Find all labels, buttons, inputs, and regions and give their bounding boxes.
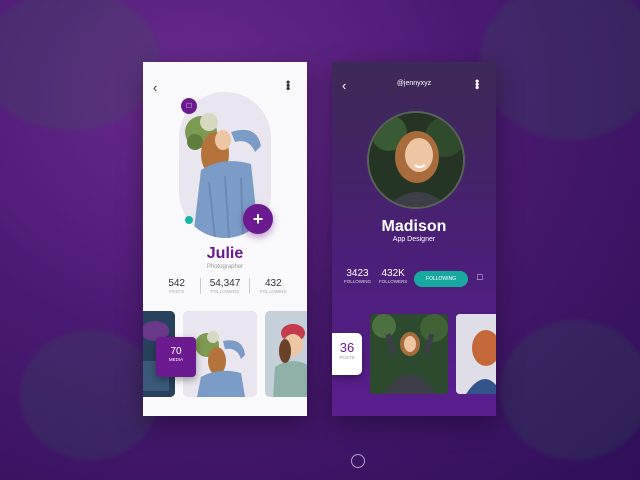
stat-following: 432 FOLLOWING [248, 278, 297, 294]
more-vertical-icon[interactable]: ••• [281, 80, 295, 90]
profile-stats: 542 POSTS 54,347 FOLLOWERS 432 FOLLOWING [153, 278, 297, 294]
stat-label: FOLLOWING [259, 289, 287, 294]
stat-posts: 542 POSTS [153, 278, 200, 294]
post-thumbnail[interactable] [456, 314, 496, 394]
stat-value: 432 [264, 278, 282, 289]
media-gallery: 70 MEDIA [143, 311, 307, 397]
background-foliage [500, 320, 640, 460]
media-label: MEDIA [168, 357, 184, 362]
profile-name: Julie [206, 245, 244, 262]
more-vertical-icon[interactable]: ••• [470, 79, 484, 89]
avatar [367, 111, 465, 209]
background-foliage [20, 330, 160, 460]
media-count: 70 [170, 346, 182, 357]
stat-value: 3423 [346, 268, 369, 279]
stat-following: 3423 FOLLOWING [344, 268, 371, 284]
stat-value: 432K [381, 268, 405, 279]
profile-screen-dark: ‹ @jennyxyz ••• Madison App Designer 342… [332, 62, 496, 416]
background-foliage [0, 0, 160, 130]
stat-value: 54,347 [209, 278, 241, 289]
stat-label: FOLLOWERS [210, 289, 240, 294]
online-status-dot [185, 216, 193, 224]
media-count-badge[interactable]: 70 MEDIA [156, 337, 196, 377]
chat-icon[interactable]: □ [477, 272, 482, 282]
following-button[interactable]: FOLLOWING [414, 271, 468, 287]
background-foliage [480, 0, 640, 140]
profile-role: Photographer [206, 264, 244, 270]
add-button[interactable]: + [243, 204, 273, 234]
chat-icon[interactable]: □ [181, 98, 197, 114]
profile-role: App Designer [392, 236, 436, 243]
profile-name: Madison [381, 218, 447, 235]
stat-followers: 432K FOLLOWERS [379, 268, 407, 284]
stat-value: 542 [168, 278, 185, 289]
stat-followers: 54,347 FOLLOWERS [200, 278, 248, 294]
posts-count-badge[interactable]: 36 POSTS [332, 333, 362, 375]
stat-label: FOLLOWING [344, 279, 372, 284]
posts-gallery: 36 POSTS [332, 314, 496, 394]
stat-label: POSTS [169, 289, 185, 294]
logo-icon [351, 454, 365, 468]
post-thumbnail[interactable] [370, 314, 448, 394]
stat-label: FOLLOWERS [379, 279, 408, 284]
media-thumbnail[interactable] [265, 311, 307, 397]
posts-label: POSTS [339, 355, 355, 360]
posts-count: 36 [339, 340, 355, 355]
profile-screen-light: ‹ ••• □ + Julie Photographer 542 POSTS 5… [143, 62, 307, 416]
back-icon[interactable]: ‹ [153, 80, 157, 95]
